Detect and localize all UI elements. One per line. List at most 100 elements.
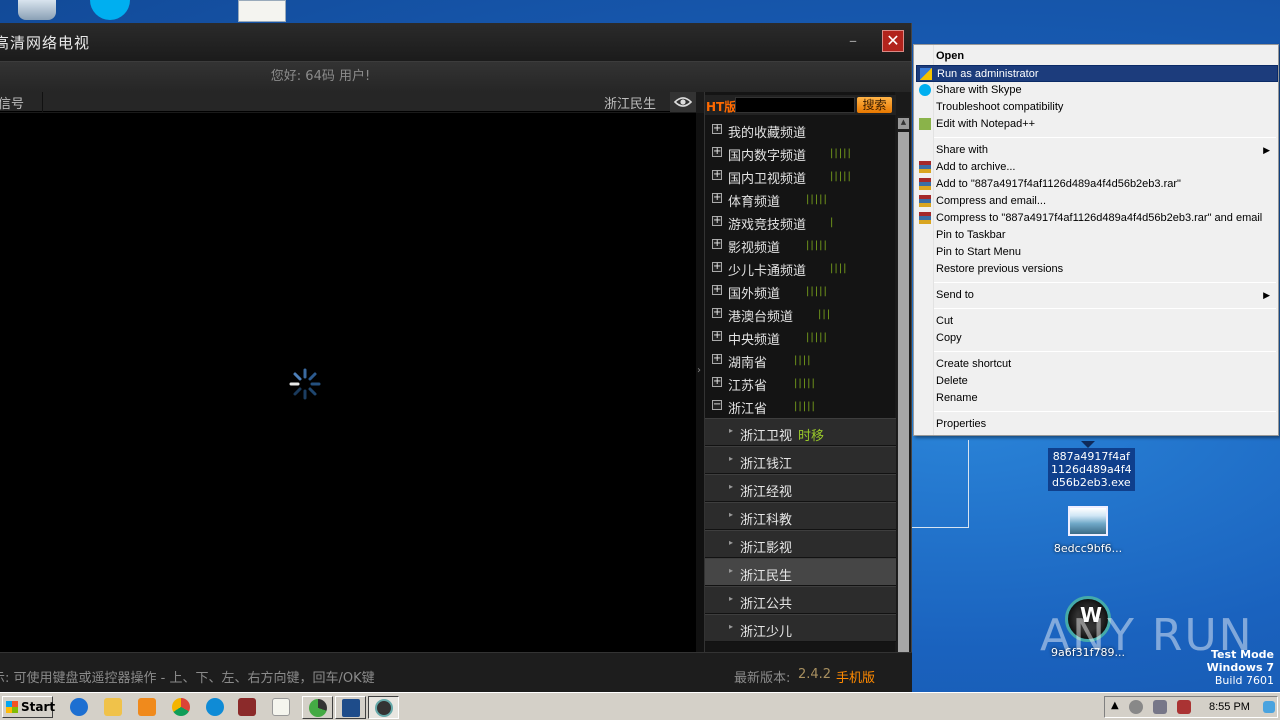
tv-app-window: 高清网络电视 – ✕ 您好: 64码 用户! 信号 浙江民生 › HT版 搜索 … <box>0 23 912 692</box>
context-menu-item[interactable]: Share with ▶ <box>916 142 1278 159</box>
channel-category[interactable]: + 国外频道 ||||| <box>705 280 896 303</box>
context-menu-item[interactable]: Restore previous versions <box>916 261 1278 278</box>
context-menu-item[interactable]: Properties <box>916 416 1278 433</box>
scroll-up-icon[interactable]: ▲ <box>898 118 909 129</box>
channel-category[interactable]: + 游戏竞技频道 | <box>705 211 896 234</box>
expand-icon[interactable]: + <box>712 331 722 341</box>
channel-list-scrollbar[interactable]: ▲ ▼ <box>897 116 910 674</box>
expand-icon[interactable]: + <box>712 147 722 157</box>
context-menu-item[interactable]: Open <box>916 48 1278 65</box>
show-desktop-icon[interactable] <box>1263 701 1275 713</box>
sub-channel-item[interactable]: ▸ 浙江卫视 时移 <box>705 418 896 446</box>
context-menu-item[interactable]: Add to "887a4917f4af1126d489a4f4d56b2eb3… <box>916 176 1278 193</box>
network-icon[interactable] <box>1153 700 1167 714</box>
context-menu-item[interactable]: Edit with Notepad++ <box>916 116 1278 133</box>
chevron-right-icon: › <box>697 365 701 376</box>
channel-category[interactable]: + 湖南省 |||| <box>705 349 896 372</box>
clock[interactable]: 8:55 PM <box>1209 701 1250 713</box>
image-thumbnail-icon <box>1068 506 1108 536</box>
video-player[interactable] <box>0 113 696 652</box>
expand-icon[interactable]: + <box>712 239 722 249</box>
expand-icon[interactable]: + <box>712 124 722 134</box>
context-menu-item[interactable]: Share with Skype <box>916 82 1278 99</box>
expand-icon[interactable]: + <box>712 308 722 318</box>
document-desktop-icon[interactable] <box>238 0 286 22</box>
search-button[interactable]: 搜索 <box>857 97 892 113</box>
sub-channel-item[interactable]: ▸ 浙江科教 <box>705 502 896 530</box>
mobile-version-link[interactable]: 手机版 <box>836 667 875 686</box>
expand-icon[interactable]: + <box>712 285 722 295</box>
channel-category[interactable]: − 浙江省 ||||| <box>705 395 896 418</box>
expand-icon[interactable]: + <box>712 377 722 387</box>
context-menu-item[interactable]: Create shortcut <box>916 356 1278 373</box>
sub-channel-item[interactable]: ▸ 浙江少儿 <box>705 614 896 642</box>
minimize-button[interactable]: – <box>844 33 862 51</box>
context-menu-item[interactable]: Troubleshoot compatibility <box>916 99 1278 116</box>
channel-category[interactable]: + 港澳台频道 ||| <box>705 303 896 326</box>
test-mode-line: Test Mode <box>1211 648 1274 661</box>
sub-channel-item[interactable]: ▸ 浙江经视 <box>705 474 896 502</box>
channel-category[interactable]: + 体育频道 ||||| <box>705 188 896 211</box>
system-tray: ▲ 8:55 PM <box>1104 696 1278 718</box>
app-titlebar[interactable]: 高清网络电视 – ✕ <box>0 23 911 61</box>
channel-category[interactable]: + 少儿卡通频道 |||| <box>705 257 896 280</box>
context-menu-item[interactable]: Rename <box>916 390 1278 407</box>
volume-icon[interactable] <box>1129 700 1143 714</box>
collapse-icon[interactable]: − <box>712 400 722 410</box>
taskbar-app-button[interactable] <box>368 696 399 719</box>
context-menu-item[interactable]: Run as administrator <box>916 65 1278 82</box>
chrome-icon[interactable] <box>172 698 190 716</box>
sub-channel-name: 浙江经视 <box>740 481 792 500</box>
exe-label-line: 1126d489a4f4 <box>1051 463 1132 476</box>
eye-icon[interactable] <box>670 92 696 112</box>
skype-desktop-icon[interactable] <box>90 0 130 20</box>
expand-icon[interactable]: + <box>712 170 722 180</box>
context-menu-item[interactable]: Send to ▶ <box>916 287 1278 304</box>
exe-desktop-icon[interactable]: 887a4917f4af 1126d489a4f4 d56b2eb3.exe <box>1048 441 1135 491</box>
action-center-flag-icon[interactable] <box>1177 700 1191 714</box>
expand-icon[interactable]: + <box>712 216 722 226</box>
sub-channel-item[interactable]: ▸ 浙江民生 <box>705 558 896 586</box>
sub-channel-item[interactable]: ▸ 浙江公共 <box>705 586 896 614</box>
edge-icon[interactable] <box>206 698 224 716</box>
bullet-arrow-icon: ▸ <box>729 538 734 547</box>
winrar-taskbar-icon[interactable] <box>238 698 256 716</box>
bullet-arrow-icon: ▸ <box>729 594 734 603</box>
internet-explorer-icon[interactable] <box>70 698 88 716</box>
channel-category[interactable]: + 国内卫视频道 ||||| <box>705 165 896 188</box>
channel-category[interactable]: + 中央频道 ||||| <box>705 326 896 349</box>
search-input[interactable] <box>735 97 855 113</box>
context-menu-item[interactable]: Delete <box>916 373 1278 390</box>
sub-channel-name: 浙江卫视 时移 <box>740 425 824 444</box>
category-name: 少儿卡通频道 <box>728 264 807 279</box>
channel-category[interactable]: + 影视频道 ||||| <box>705 234 896 257</box>
expand-icon[interactable]: + <box>712 193 722 203</box>
close-button[interactable]: ✕ <box>882 30 904 52</box>
taskbar-app-button[interactable] <box>335 696 366 719</box>
context-menu-item[interactable]: Pin to Taskbar <box>916 227 1278 244</box>
context-menu-item[interactable]: Add to archive... <box>916 159 1278 176</box>
channel-category[interactable]: + 江苏省 ||||| <box>705 372 896 395</box>
scroll-thumb[interactable] <box>898 132 909 660</box>
panel-collapse-handle[interactable]: › <box>696 113 704 652</box>
media-player-icon[interactable] <box>138 698 156 716</box>
sub-channel-item[interactable]: ▸ 浙江钱江 <box>705 446 896 474</box>
recycle-bin-icon[interactable] <box>18 0 56 20</box>
context-menu-item[interactable]: Cut <box>916 313 1278 330</box>
channel-category[interactable]: + 我的收藏频道 <box>705 119 896 142</box>
sub-channel-name: 浙江公共 <box>740 593 792 612</box>
context-menu-item[interactable]: Compress to "887a4917f4af1126d489a4f4d56… <box>916 210 1278 227</box>
context-menu-item[interactable]: Pin to Start Menu <box>916 244 1278 261</box>
start-button[interactable]: Start <box>2 696 55 718</box>
tray-expand-icon[interactable]: ▲ <box>1111 700 1119 711</box>
expand-icon[interactable]: + <box>712 354 722 364</box>
folder-icon[interactable] <box>104 698 122 716</box>
notepad-taskbar-icon[interactable] <box>272 698 290 716</box>
taskbar-app-button[interactable] <box>302 696 333 719</box>
sub-channel-item[interactable]: ▸ 浙江影视 <box>705 530 896 558</box>
image-desktop-icon[interactable]: 8edcc9bf6... <box>1048 506 1128 555</box>
expand-icon[interactable]: + <box>712 262 722 272</box>
context-menu-item[interactable]: Copy <box>916 330 1278 347</box>
context-menu-item[interactable]: Compress and email... <box>916 193 1278 210</box>
channel-category[interactable]: + 国内数字频道 ||||| <box>705 142 896 165</box>
